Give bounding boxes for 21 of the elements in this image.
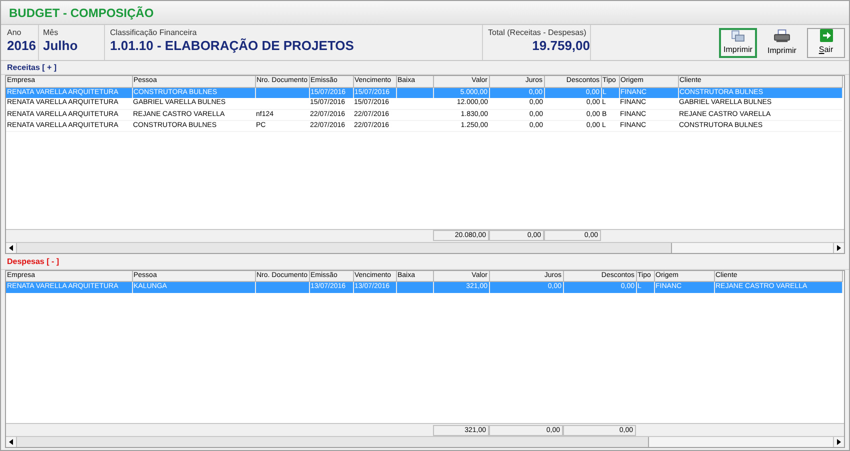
- exit-button[interactable]: Sair: [807, 28, 845, 58]
- month-value: Julho: [43, 38, 79, 54]
- classification-label: Classificação Financeira: [110, 28, 198, 38]
- print-button[interactable]: Imprimir: [763, 28, 801, 58]
- window-title: BUDGET - COMPOSIÇÃO: [9, 4, 154, 22]
- printer-icon: [773, 28, 791, 42]
- total-value: 19.759,00: [531, 38, 590, 54]
- horizontal-scrollbar[interactable]: [6, 242, 844, 252]
- horizontal-scrollbar[interactable]: [6, 436, 844, 447]
- classification-value: 1.01.10 - ELABORAÇÃO DE PROJETOS: [110, 38, 355, 54]
- month-label: Mês: [43, 28, 60, 38]
- print-button[interactable]: Imprimir: [719, 28, 757, 58]
- document-icon: [730, 30, 746, 42]
- year-label: Ano: [7, 28, 22, 38]
- scroll-thumb[interactable]: [17, 242, 672, 252]
- total-label: Total (Receitas - Despesas): [488, 28, 588, 38]
- scroll-thumb[interactable]: [17, 437, 649, 447]
- section-title: Despesas [ - ]: [7, 256, 60, 268]
- section-title: Receitas [ + ]: [7, 62, 57, 74]
- arrow-icon: [820, 29, 832, 42]
- year-value: 2016: [7, 38, 37, 54]
